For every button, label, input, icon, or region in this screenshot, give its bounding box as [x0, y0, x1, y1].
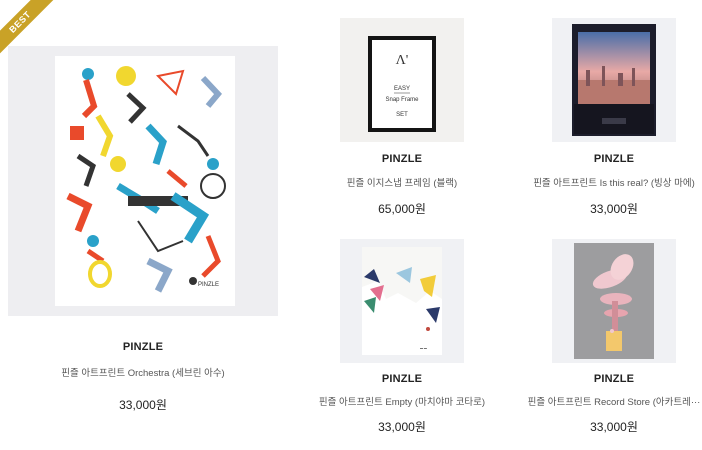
product-price: 65,000원 — [378, 202, 426, 216]
frame-art-line3: Snap Frame — [385, 97, 419, 103]
product-card-orchestra[interactable]: PINZLE BEST PINZLE 핀즐 아트프린트 Orchestra (세… — [0, 0, 290, 450]
product-image-orchestra[interactable]: PINZLE — [8, 46, 278, 316]
product-card-is-this-real[interactable]: PINZLE 핀즐 아트프린트 Is this real? (빙상 마에) 33… — [533, 0, 695, 225]
product-price: 33,000원 — [590, 202, 638, 216]
product-image-easy-snap-frame[interactable]: Λ' EASY Snap Frame SET — [340, 18, 464, 142]
product-name[interactable]: 핀즐 아트프린트 Empty (마치야마 코타로) — [316, 394, 488, 408]
product-brand: PINZLE — [381, 153, 423, 165]
product-brand: PINZLE — [122, 341, 164, 353]
best-badge-label: BEST — [0, 0, 54, 56]
frame-art-line2: EASY — [394, 86, 410, 92]
product-name[interactable]: 핀즐 아트프린트 Is this real? (빙상 마에) — [528, 175, 700, 189]
frame-art-line4: SET — [396, 112, 408, 118]
product-price: 33,000원 — [590, 420, 638, 434]
svg-text:PINZLE: PINZLE — [198, 282, 219, 288]
best-badge: BEST — [0, 0, 60, 60]
product-brand: PINZLE — [593, 373, 635, 385]
product-card-record-store[interactable]: PINZLE 핀즐 아트프린트 Record Store (아카트레··· 33… — [528, 225, 700, 450]
city-art — [572, 24, 656, 136]
frame-art-line1: Λ' — [396, 53, 409, 68]
product-brand: PINZLE — [381, 373, 423, 385]
product-name[interactable]: 핀즐 이지스냅 프레임 (블랙) — [320, 175, 484, 189]
product-image-record-store[interactable] — [552, 239, 676, 363]
product-image-is-this-real[interactable] — [552, 18, 676, 142]
product-brand: PINZLE — [593, 153, 635, 165]
product-price: 33,000원 — [378, 420, 426, 434]
svg-text:▬ ▬: ▬ ▬ — [420, 346, 427, 350]
orchestra-art: PINZLE — [55, 56, 235, 306]
product-image-empty[interactable]: ▬ ▬ — [340, 239, 464, 363]
record-store-art — [574, 243, 654, 359]
product-card-easy-snap-frame[interactable]: Λ' EASY Snap Frame SET PINZLE 핀즐 이지스냅 프레… — [340, 0, 464, 225]
product-name[interactable]: 핀즐 아트프린트 Orchestra (세브린 아수) — [8, 365, 278, 379]
empty-art: ▬ ▬ — [362, 247, 442, 355]
frame-art: Λ' EASY Snap Frame SET — [368, 36, 436, 132]
product-price: 33,000원 — [119, 398, 167, 412]
product-name[interactable]: 핀즐 아트프린트 Record Store (아카트레··· — [526, 394, 702, 408]
product-card-empty[interactable]: ▬ ▬ PINZLE 핀즐 아트프린트 Empty (마치야마 코타로) 33,… — [319, 225, 485, 450]
